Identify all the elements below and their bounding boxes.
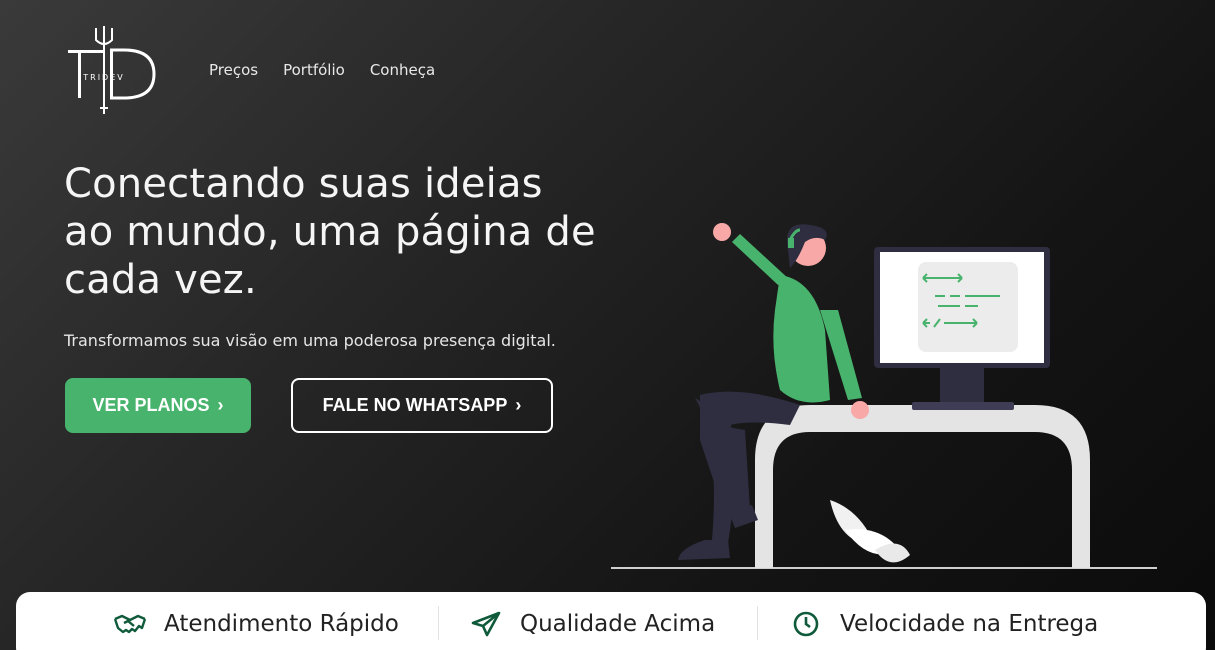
feature-atendimento: Atendimento Rápido bbox=[114, 608, 399, 640]
handshake-icon bbox=[114, 608, 146, 640]
whatsapp-label: FALE NO WHATSAPP bbox=[322, 395, 508, 415]
clock-icon bbox=[790, 608, 822, 640]
tridev-logo[interactable]: TRIDEV bbox=[64, 22, 160, 118]
ver-planos-button[interactable]: VER PLANOS › bbox=[65, 378, 251, 433]
feature-label: Velocidade na Entrega bbox=[840, 611, 1099, 637]
ver-planos-label: VER PLANOS bbox=[92, 395, 210, 415]
nav-item-conheca[interactable]: Conheça bbox=[370, 61, 435, 79]
feature-qualidade: Qualidade Acima bbox=[470, 608, 715, 640]
nav-item-portfolio[interactable]: Portfólio bbox=[283, 61, 345, 79]
features-bar: Atendimento Rápido Qualidade Acima Veloc… bbox=[16, 592, 1206, 650]
chevron-right-icon: › bbox=[217, 395, 224, 415]
main-nav: Preços Portfólio Conheça bbox=[209, 61, 435, 79]
paper-plane-icon bbox=[470, 608, 502, 640]
trident-icon bbox=[95, 26, 113, 114]
developer-illustration bbox=[611, 223, 1157, 569]
feature-label: Qualidade Acima bbox=[520, 611, 716, 637]
feature-label: Atendimento Rápido bbox=[164, 611, 399, 637]
divider bbox=[438, 606, 439, 640]
chevron-right-icon: › bbox=[515, 395, 522, 415]
divider bbox=[757, 606, 758, 640]
nav-item-precos[interactable]: Preços bbox=[209, 61, 258, 79]
feature-velocidade: Velocidade na Entrega bbox=[790, 608, 1098, 640]
hero-title: Conectando suas ideias ao mundo, uma pág… bbox=[64, 161, 596, 303]
whatsapp-button[interactable]: FALE NO WHATSAPP › bbox=[291, 378, 553, 433]
hero-subtitle: Transformamos sua visão em uma poderosa … bbox=[64, 331, 556, 350]
logo-wordmark: TRIDEV bbox=[82, 73, 125, 82]
